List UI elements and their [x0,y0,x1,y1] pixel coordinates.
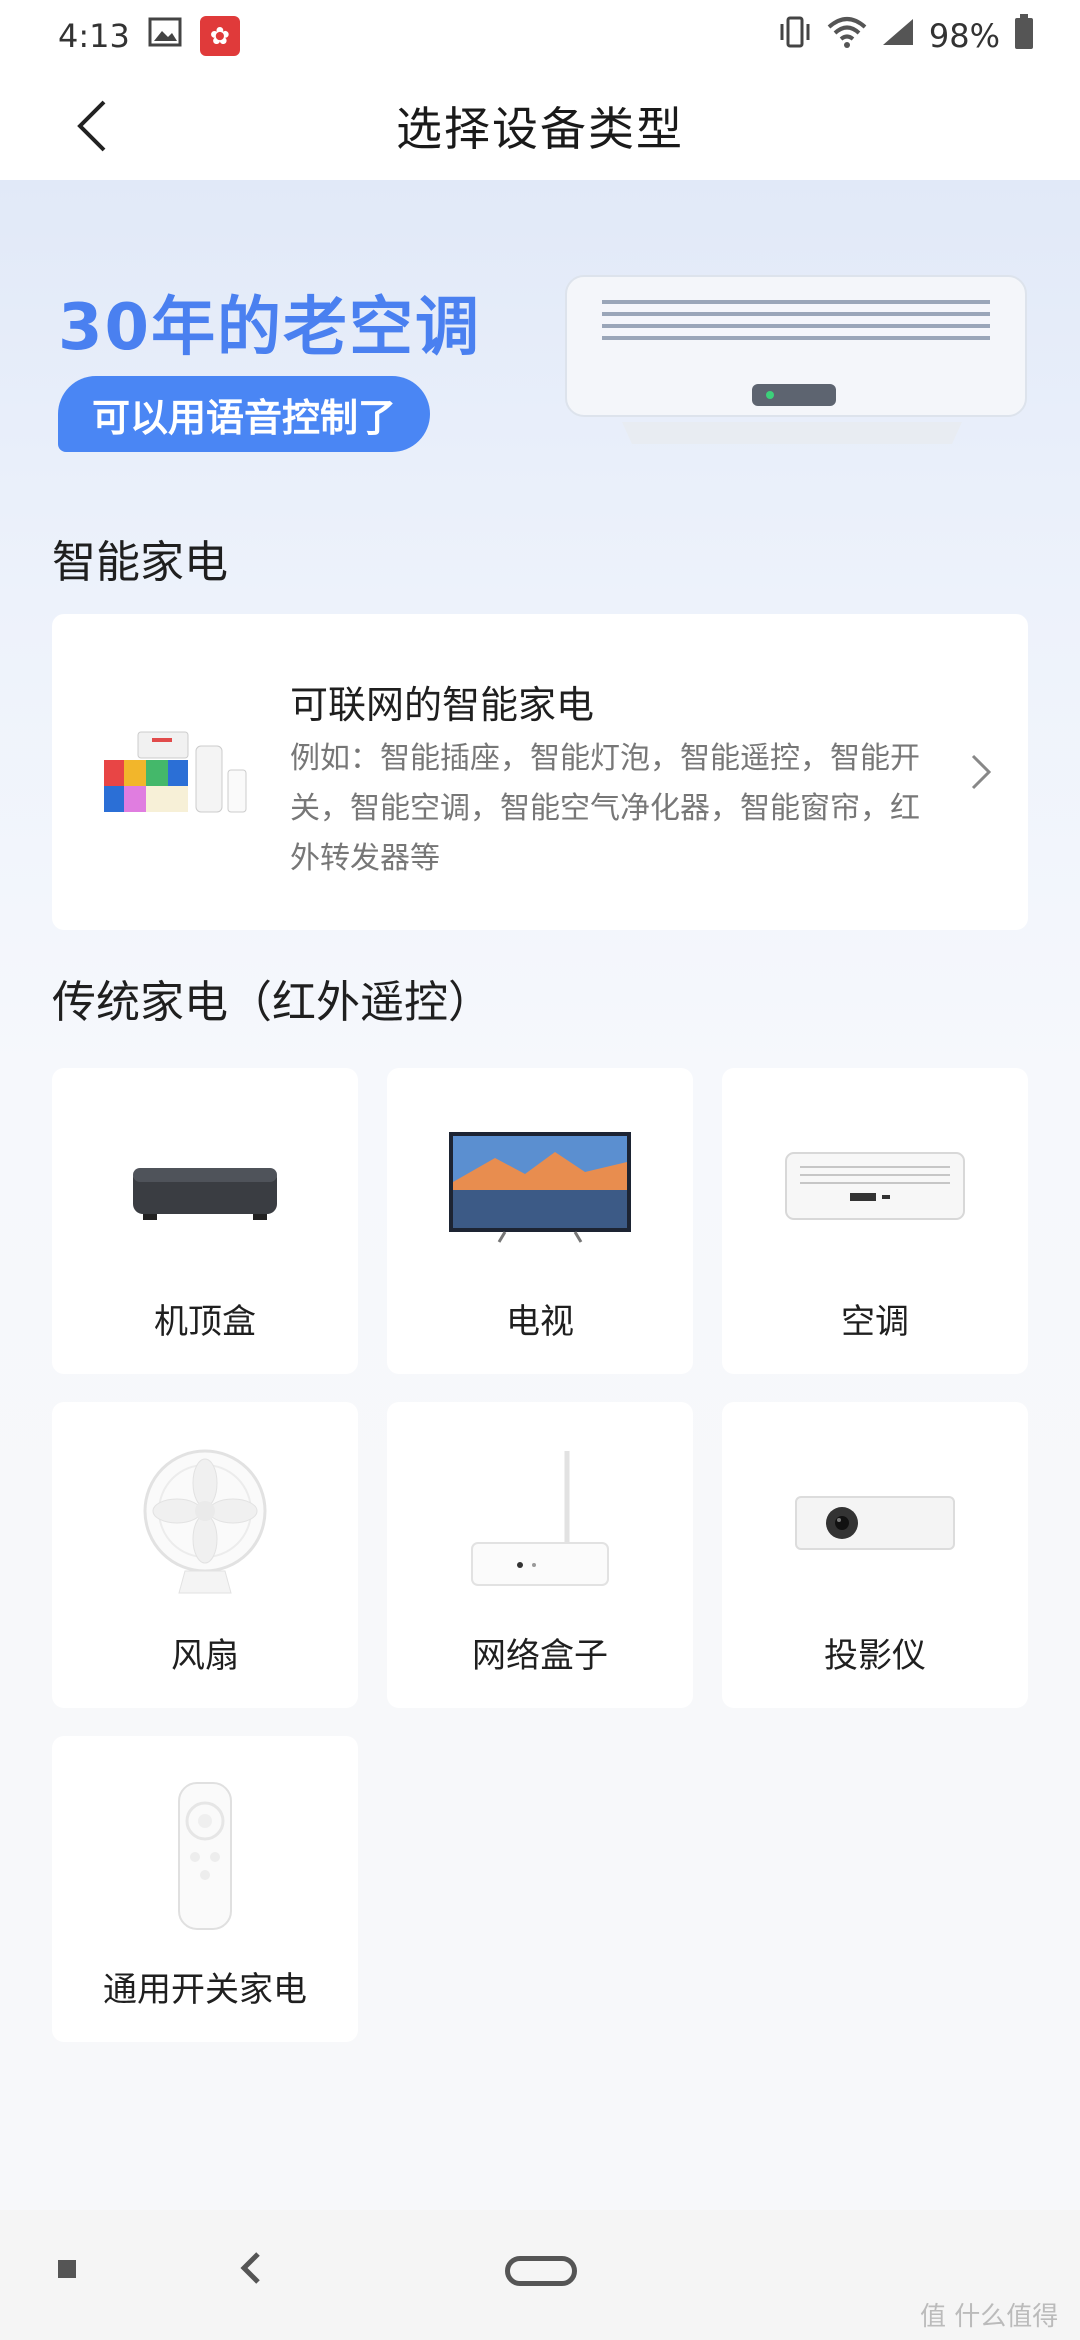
status-right: 98% [777,14,1034,58]
device-card-network-box[interactable]: 网络盒子 [387,1402,693,1708]
chevron-right-icon [971,754,992,790]
battery-percent: 98% [928,17,1000,55]
device-card-projector[interactable]: 投影仪 [722,1402,1028,1708]
device-card-universal-remote[interactable]: 通用开关家电 [52,1736,358,2042]
chevron-left-icon [77,100,106,152]
tv-icon [387,1108,693,1268]
air-conditioner-illustration [565,275,1027,444]
device-label: 投影仪 [824,1636,926,1676]
smart-card-title: 可联网的智能家电 [290,683,595,727]
status-bar: 4:13 ✿ 98% [0,0,1080,72]
smart-devices-icon [104,731,247,813]
device-label: 空调 [841,1302,909,1342]
air-conditioner-icon [722,1108,1028,1268]
device-label: 机顶盒 [154,1302,256,1342]
device-label: 电视 [506,1302,574,1342]
title-bar: 选择设备类型 [0,72,1080,180]
signal-icon [881,17,915,55]
device-label: 风扇 [171,1636,239,1676]
content-area: 30年的老空调 可以用语音控制了 智能家电 可联网的智能家电 例如：智能插座，智… [0,180,1080,2210]
banner-headline: 30年的老空调 [58,291,482,365]
system-back-button[interactable] [236,2250,266,2286]
system-nav-bar [0,2210,1080,2340]
network-box-icon [387,1442,693,1602]
wifi-icon [827,15,867,57]
battery-icon [1014,14,1034,58]
recent-apps-button[interactable] [58,2260,76,2278]
device-card-tv[interactable]: 电视 [387,1068,693,1374]
device-card-air-conditioner[interactable]: 空调 [722,1068,1028,1374]
device-label: 通用开关家电 [103,1970,307,2010]
status-time: 4:13 [58,17,130,55]
status-left: 4:13 ✿ [58,16,240,56]
device-card-set-top-box[interactable]: 机顶盒 [52,1068,358,1374]
set-top-box-icon [52,1108,358,1268]
promo-banner[interactable]: 30年的老空调 可以用语音控制了 [0,180,1080,510]
app-notification-icon: ✿ [199,16,240,56]
section-title-smart: 智能家电 [52,537,228,588]
section-title-ir: 传统家电（红外遥控） [52,977,492,1028]
gallery-icon [148,17,182,55]
vibrate-icon [777,14,813,58]
device-card-fan[interactable]: 风扇 [52,1402,358,1708]
home-button[interactable] [505,2256,577,2286]
universal-remote-icon [52,1776,358,1936]
watermark: 值 什么值得买 [920,2302,1059,2340]
banner-tagline: 可以用语音控制了 [58,376,431,452]
projector-icon [722,1442,1028,1602]
smart-card-description: 例如：智能插座，智能灯泡，智能遥控，智能开关，智能空调，智能空气净化器，智能窗帘… [290,741,920,876]
back-button[interactable] [60,94,124,158]
device-label: 网络盒子 [472,1636,608,1676]
smart-appliance-card[interactable]: 可联网的智能家电 例如：智能插座，智能灯泡，智能遥控，智能开关，智能空调，智能空… [52,614,1028,930]
fan-icon [52,1442,358,1602]
page-title: 选择设备类型 [396,102,684,156]
